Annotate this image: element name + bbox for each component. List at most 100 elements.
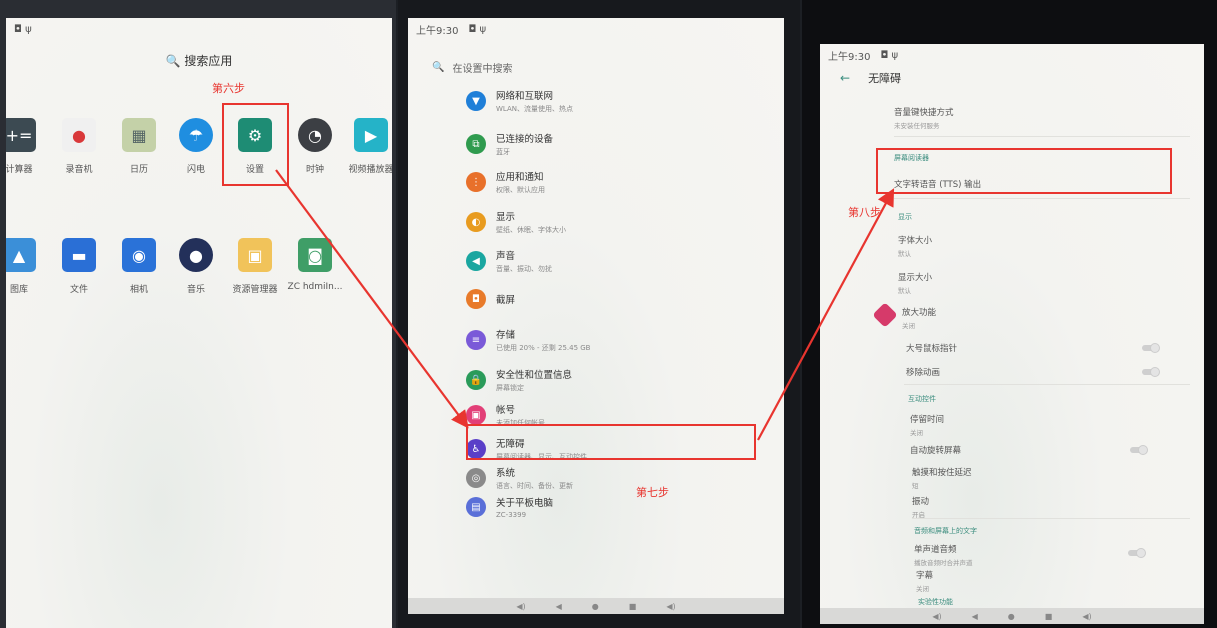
app-label: 音乐 xyxy=(186,285,205,295)
status-icons: ◘ ψ xyxy=(880,49,899,61)
app-recorder[interactable]: ● 录音机 xyxy=(50,118,108,175)
recents-icon[interactable]: ■ xyxy=(1045,612,1053,621)
mono-audio-item[interactable]: 单声道音频 播放音频时合并声道 xyxy=(914,543,973,567)
gallery-icon: ▲ xyxy=(6,238,36,272)
status-icons: ◘ ψ xyxy=(14,23,32,35)
display-icon: ◐ xyxy=(466,212,486,232)
app-bar: ← 无障碍 xyxy=(840,70,901,86)
devices-icon: ⧉ xyxy=(466,134,486,154)
app-gallery[interactable]: ▲ 图库 xyxy=(6,238,48,295)
volume-up-icon[interactable]: ◀) xyxy=(666,602,675,611)
divider xyxy=(912,518,1190,519)
back-icon[interactable]: ◀ xyxy=(972,612,978,621)
page-title: 无障碍 xyxy=(868,72,902,85)
settings-item-system[interactable]: ◎ 系统 语言、时间、备份、更新 xyxy=(466,465,573,491)
vibration-item[interactable]: 振动 开启 xyxy=(912,495,929,519)
display-size-item[interactable]: 显示大小 默认 xyxy=(898,271,932,295)
step8-highlight-box xyxy=(876,148,1172,194)
app-camera[interactable]: ◉ 相机 xyxy=(110,238,168,295)
settings-item-about-tablet[interactable]: ▤ 关于平板电脑 ZC-3399 xyxy=(466,495,553,519)
step8-label: 第八步 xyxy=(848,206,881,219)
touch-hold-delay-title: 触摸和按住延迟 xyxy=(912,468,972,478)
calendar-icon: ▦ xyxy=(122,118,156,152)
apps-icon: ⋮ xyxy=(466,172,486,192)
back-icon[interactable]: ◀ xyxy=(556,602,562,611)
auto-rotate-toggle[interactable] xyxy=(1130,445,1148,455)
step6-label: 第六步 xyxy=(212,82,245,95)
step6-highlight-box xyxy=(222,103,289,186)
app-file-explorer[interactable]: ▣ 资源管理器 xyxy=(226,238,284,295)
app-clock[interactable]: ◔ 时钟 xyxy=(286,118,344,175)
auto-rotate-title: 自动旋转屏幕 xyxy=(910,446,962,456)
font-size-title: 字体大小 xyxy=(898,236,933,246)
magnification-title: 放大功能 xyxy=(902,308,937,318)
app-zc-hdmiin[interactable]: ◙ ZC hdmiIn... xyxy=(286,238,344,292)
mono-audio-title: 单声道音频 xyxy=(914,545,957,555)
app-label: 资源管理器 xyxy=(232,285,278,295)
app-files[interactable]: ▬ 文件 xyxy=(50,238,108,295)
system-icon: ◎ xyxy=(466,468,486,488)
font-size-item[interactable]: 字体大小 默认 xyxy=(898,234,932,258)
settings-item-security-lock[interactable]: 🔒 安全性和位置信息 屏幕锁定 xyxy=(466,367,572,393)
divider xyxy=(904,384,1190,385)
settings-search-input[interactable]: 🔍 在设置中搜索 xyxy=(418,56,774,78)
navigation-bar: ◀) ◀ ● ■ ◀) xyxy=(820,608,1204,624)
back-arrow-icon[interactable]: ← xyxy=(840,71,850,85)
panel-accessibility: 上午9:30 ◘ ψ ← 无障碍 音量键快捷方式 未安装任何服务 屏幕阅读器 文… xyxy=(802,0,1217,628)
remove-animations-toggle[interactable] xyxy=(1142,367,1160,377)
status-time: 上午9:30 xyxy=(828,51,871,63)
app-music[interactable]: ● 音乐 xyxy=(167,238,225,295)
file-explorer-icon: ▣ xyxy=(238,238,272,272)
captions-item[interactable]: 字幕 关闭 xyxy=(916,569,933,593)
dwell-time-sub: 关闭 xyxy=(910,429,923,437)
search-icon: 🔍 xyxy=(165,54,181,68)
status-bar: 上午9:30 ◘ ψ xyxy=(408,18,784,40)
settings-item-wifi[interactable]: ▼ 网络和互联网 WLAN、流量使用、热点 xyxy=(466,88,573,114)
settings-item-title: 系统 xyxy=(496,468,516,479)
large-pointer-item[interactable]: 大号鼠标指针 xyxy=(906,342,957,354)
settings-item-subtitle: ZC-3399 xyxy=(496,511,527,519)
captions-sub: 关闭 xyxy=(916,585,929,593)
remove-animations-item[interactable]: 移除动画 xyxy=(906,366,940,378)
calculator-icon: += xyxy=(6,118,36,152)
settings-item-sound[interactable]: ◀ 声音 音量、振动、勿扰 xyxy=(466,248,552,274)
volume-up-icon[interactable]: ◀) xyxy=(1082,612,1091,621)
home-icon[interactable]: ● xyxy=(1008,612,1015,621)
audio-text-header: 音频和屏幕上的文字 xyxy=(914,527,977,535)
mono-audio-toggle[interactable] xyxy=(1128,548,1146,558)
settings-item-title: 截屏 xyxy=(496,295,516,306)
settings-item-subtitle: 音量、振动、勿扰 xyxy=(496,265,552,273)
app-calendar[interactable]: ▦ 日历 xyxy=(110,118,168,175)
auto-rotate-item[interactable]: 自动旋转屏幕 xyxy=(910,444,961,456)
settings-item-title: 帐号 xyxy=(496,405,516,416)
dwell-time-item[interactable]: 停留时间 关闭 xyxy=(910,413,944,437)
settings-item-apps[interactable]: ⋮ 应用和通知 权限、默认应用 xyxy=(466,169,545,195)
security-lock-icon: 🔒 xyxy=(466,370,486,390)
settings-item-screenshot[interactable]: ◘ 截屏 xyxy=(466,289,515,309)
large-pointer-title: 大号鼠标指针 xyxy=(906,344,958,354)
flash-icon: ☂ xyxy=(179,118,213,152)
app-flash[interactable]: ☂ 闪电 xyxy=(167,118,225,175)
touch-hold-delay-item[interactable]: 触摸和按住延迟 短 xyxy=(912,466,972,490)
home-icon[interactable]: ● xyxy=(592,602,599,611)
settings-item-subtitle: 蓝牙 xyxy=(496,148,510,156)
volume-icon[interactable]: ◀) xyxy=(516,602,525,611)
app-video-player[interactable]: ▶ 视频播放器 xyxy=(342,118,392,175)
volume-shortcut-item[interactable]: 音量键快捷方式 未安装任何服务 xyxy=(894,106,954,130)
account-icon: ▣ xyxy=(466,405,486,425)
settings-item-devices[interactable]: ⧉ 已连接的设备 蓝牙 xyxy=(466,131,553,157)
app-label: 视频播放器 xyxy=(348,165,392,175)
settings-item-subtitle: 屏幕锁定 xyxy=(496,384,524,392)
recents-icon[interactable]: ■ xyxy=(629,602,637,611)
volume-icon[interactable]: ◀) xyxy=(932,612,941,621)
magnification-item[interactable]: 放大功能 关闭 xyxy=(902,306,936,330)
app-search-bar[interactable]: 🔍 搜索应用 xyxy=(6,52,392,69)
display-header: 显示 xyxy=(898,213,912,221)
recorder-icon: ● xyxy=(62,118,96,152)
settings-item-storage[interactable]: ≡ 存储 已使用 20% - 还剩 25.45 GB xyxy=(466,327,590,353)
large-pointer-toggle[interactable] xyxy=(1142,343,1160,353)
settings-item-display[interactable]: ◐ 显示 壁纸、休眠、字体大小 xyxy=(466,209,566,235)
settings-item-title: 显示 xyxy=(496,212,516,223)
app-calculator[interactable]: += 计算器 xyxy=(6,118,48,175)
display-size-title: 显示大小 xyxy=(898,273,933,283)
